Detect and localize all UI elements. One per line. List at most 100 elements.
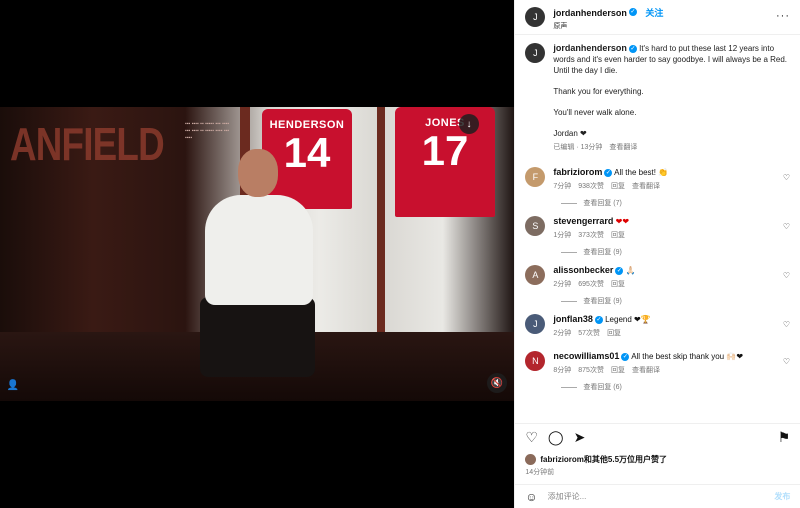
caption-line: You'll never walk alone.: [553, 108, 637, 117]
translate-link[interactable]: 查看翻译: [632, 183, 660, 190]
reply-button[interactable]: 回复: [611, 232, 625, 239]
translate-link[interactable]: 查看翻译: [632, 367, 660, 374]
mute-icon[interactable]: 🔇: [487, 373, 507, 393]
like-comment-icon[interactable]: ♡: [783, 173, 790, 182]
replies-line: [561, 300, 578, 302]
follow-button[interactable]: 关注: [645, 8, 663, 18]
comment: N necowilliams01 ✓ All the best skip than…: [525, 351, 790, 376]
comment-text: All the best! 👏: [614, 168, 669, 177]
comment-likes[interactable]: 373次赞: [578, 232, 604, 239]
verified-icon: ✓: [628, 44, 637, 53]
reply-button[interactable]: 回复: [607, 330, 621, 337]
commenter-username[interactable]: alissonbecker: [553, 265, 613, 275]
video-player[interactable]: ANFIELD ▪▪▪ ▪▪▪▪ ▪▪ ▪▪▪▪▪ ▪▪▪ ▪▪▪▪ ▪▪▪ ▪…: [0, 0, 515, 508]
comment-text: ❤❤: [615, 217, 630, 226]
wall-quote: ▪▪▪ ▪▪▪▪ ▪▪ ▪▪▪▪▪ ▪▪▪ ▪▪▪▪ ▪▪▪ ▪▪▪▪ ▪▪ ▪…: [185, 121, 230, 141]
like-comment-icon[interactable]: ♡: [783, 271, 790, 280]
person-legs: [200, 297, 315, 377]
comment-likes[interactable]: 695次赞: [578, 281, 604, 288]
likes-summary[interactable]: fabriziorom和其他5.5万位用户赞了: [525, 454, 667, 465]
replies-line: [561, 251, 578, 253]
comment-text: All the best skip thank you 🙌🏻❤: [631, 352, 744, 361]
translate-link[interactable]: 查看翻译: [609, 144, 637, 151]
locker-post: [377, 107, 385, 337]
jones-shirt: JONES 17: [395, 107, 495, 217]
view-replies[interactable]: 查看回复 (9): [561, 247, 790, 257]
add-comment-bar: ☺ 添加评论... 发布: [515, 484, 800, 508]
person-body: [205, 195, 313, 305]
caption-line: Jordan ❤: [553, 129, 587, 138]
comment-icon[interactable]: ◯: [548, 429, 564, 446]
comment-time: 2分钟: [553, 281, 572, 288]
comment-input[interactable]: 添加评论...: [548, 491, 587, 502]
author-avatar[interactable]: J: [525, 7, 546, 27]
person-head: [238, 149, 278, 197]
commenter-username[interactable]: jonflan38: [553, 314, 593, 324]
reply-button[interactable]: 回复: [611, 367, 625, 374]
reply-button[interactable]: 回复: [611, 183, 625, 190]
like-icon[interactable]: ♡: [525, 429, 538, 446]
replies-line: [561, 386, 578, 388]
comment-text: 🙏🏻: [625, 266, 636, 275]
comment-time: 2分钟: [553, 330, 572, 337]
view-replies-label[interactable]: 查看回复 (9): [583, 247, 622, 257]
commenter-username[interactable]: necowilliams01: [553, 351, 619, 361]
comment-likes[interactable]: 875次赞: [578, 367, 604, 374]
caption-line: Thank you for everything.: [553, 87, 644, 96]
post-actions: ♡ ◯ ➤ ⚑: [515, 423, 800, 451]
wall-lettering: ANFIELD: [10, 118, 165, 170]
comment: S stevengerrard ❤❤ 1分钟 373次赞 回复 ♡: [525, 216, 790, 241]
liker-avatar: [525, 454, 537, 465]
caption-username[interactable]: jordanhenderson: [553, 43, 627, 53]
verified-icon: ✓: [604, 168, 613, 177]
view-replies-label[interactable]: 查看回复 (9): [583, 296, 622, 306]
author-username[interactable]: jordanhenderson: [553, 8, 627, 18]
comment-time: 1分钟: [553, 232, 572, 239]
bookmark-icon[interactable]: ⚑: [778, 429, 791, 446]
view-replies[interactable]: 查看回复 (9): [561, 296, 790, 306]
more-options-icon[interactable]: ···: [776, 10, 790, 22]
comments-list[interactable]: J jordanhenderson ✓ It's hard to put thes…: [515, 35, 800, 419]
post-header: J jordanhenderson ✓ 关注 原声 ···: [515, 0, 800, 35]
verified-icon: ✓: [594, 315, 603, 324]
reply-button[interactable]: 回复: [611, 281, 625, 288]
like-comment-icon[interactable]: ♡: [783, 320, 790, 329]
commenter-avatar[interactable]: F: [525, 167, 546, 187]
commenter-avatar[interactable]: A: [525, 265, 546, 285]
caption-edited: 已编辑 · 13分钟: [553, 144, 603, 151]
post-panel: J jordanhenderson ✓ 关注 原声 ··· J jordanhen…: [514, 0, 800, 508]
replies-line: [561, 202, 578, 204]
verified-icon: ✓: [621, 352, 630, 361]
comment-likes[interactable]: 57次赞: [578, 330, 600, 337]
post-timestamp: 14分钟前: [525, 469, 555, 476]
view-replies[interactable]: 查看回复 (6): [561, 382, 790, 392]
commenter-username[interactable]: stevengerrard: [553, 216, 613, 226]
commenter-avatar[interactable]: J: [525, 314, 546, 334]
audio-label[interactable]: 原声: [553, 21, 663, 31]
like-comment-icon[interactable]: ♡: [783, 357, 790, 366]
comment-time: 7分钟: [553, 183, 572, 190]
verified-icon: ✓: [615, 266, 624, 275]
view-replies-label[interactable]: 查看回复 (7): [583, 198, 622, 208]
view-replies-label[interactable]: 查看回复 (6): [583, 382, 622, 392]
likes-rest[interactable]: 和其他5.5万位用户赞了: [584, 455, 667, 464]
comment: A alissonbecker ✓ 🙏🏻 2分钟 695次赞 回复 ♡: [525, 265, 790, 290]
liker-username[interactable]: fabriziorom: [540, 455, 584, 464]
like-comment-icon[interactable]: ♡: [783, 222, 790, 231]
comment: F fabriziorom ✓ All the best! 👏 7分钟 938次赞回…: [525, 167, 790, 192]
commenter-username[interactable]: fabriziorom: [553, 167, 602, 177]
view-replies[interactable]: 查看回复 (7): [561, 198, 790, 208]
user-tag-icon[interactable]: 👤: [3, 375, 23, 395]
emoji-icon[interactable]: ☺: [525, 490, 537, 504]
video-frame: ANFIELD ▪▪▪ ▪▪▪▪ ▪▪ ▪▪▪▪▪ ▪▪▪ ▪▪▪▪ ▪▪▪ ▪…: [0, 107, 515, 401]
share-icon[interactable]: ➤: [574, 429, 586, 446]
commenter-avatar[interactable]: N: [525, 351, 546, 371]
caption: J jordanhenderson ✓ It's hard to put thes…: [525, 43, 790, 153]
download-icon[interactable]: ↓: [459, 114, 479, 134]
comment-time: 8分钟: [553, 367, 572, 374]
post-comment-button[interactable]: 发布: [774, 491, 790, 502]
comment: J jonflan38 ✓ Legend ❤🏆 2分钟 57次赞 回复 ♡: [525, 314, 790, 339]
comment-likes[interactable]: 938次赞: [578, 183, 604, 190]
commenter-avatar[interactable]: S: [525, 216, 546, 236]
author-avatar[interactable]: J: [525, 43, 546, 63]
